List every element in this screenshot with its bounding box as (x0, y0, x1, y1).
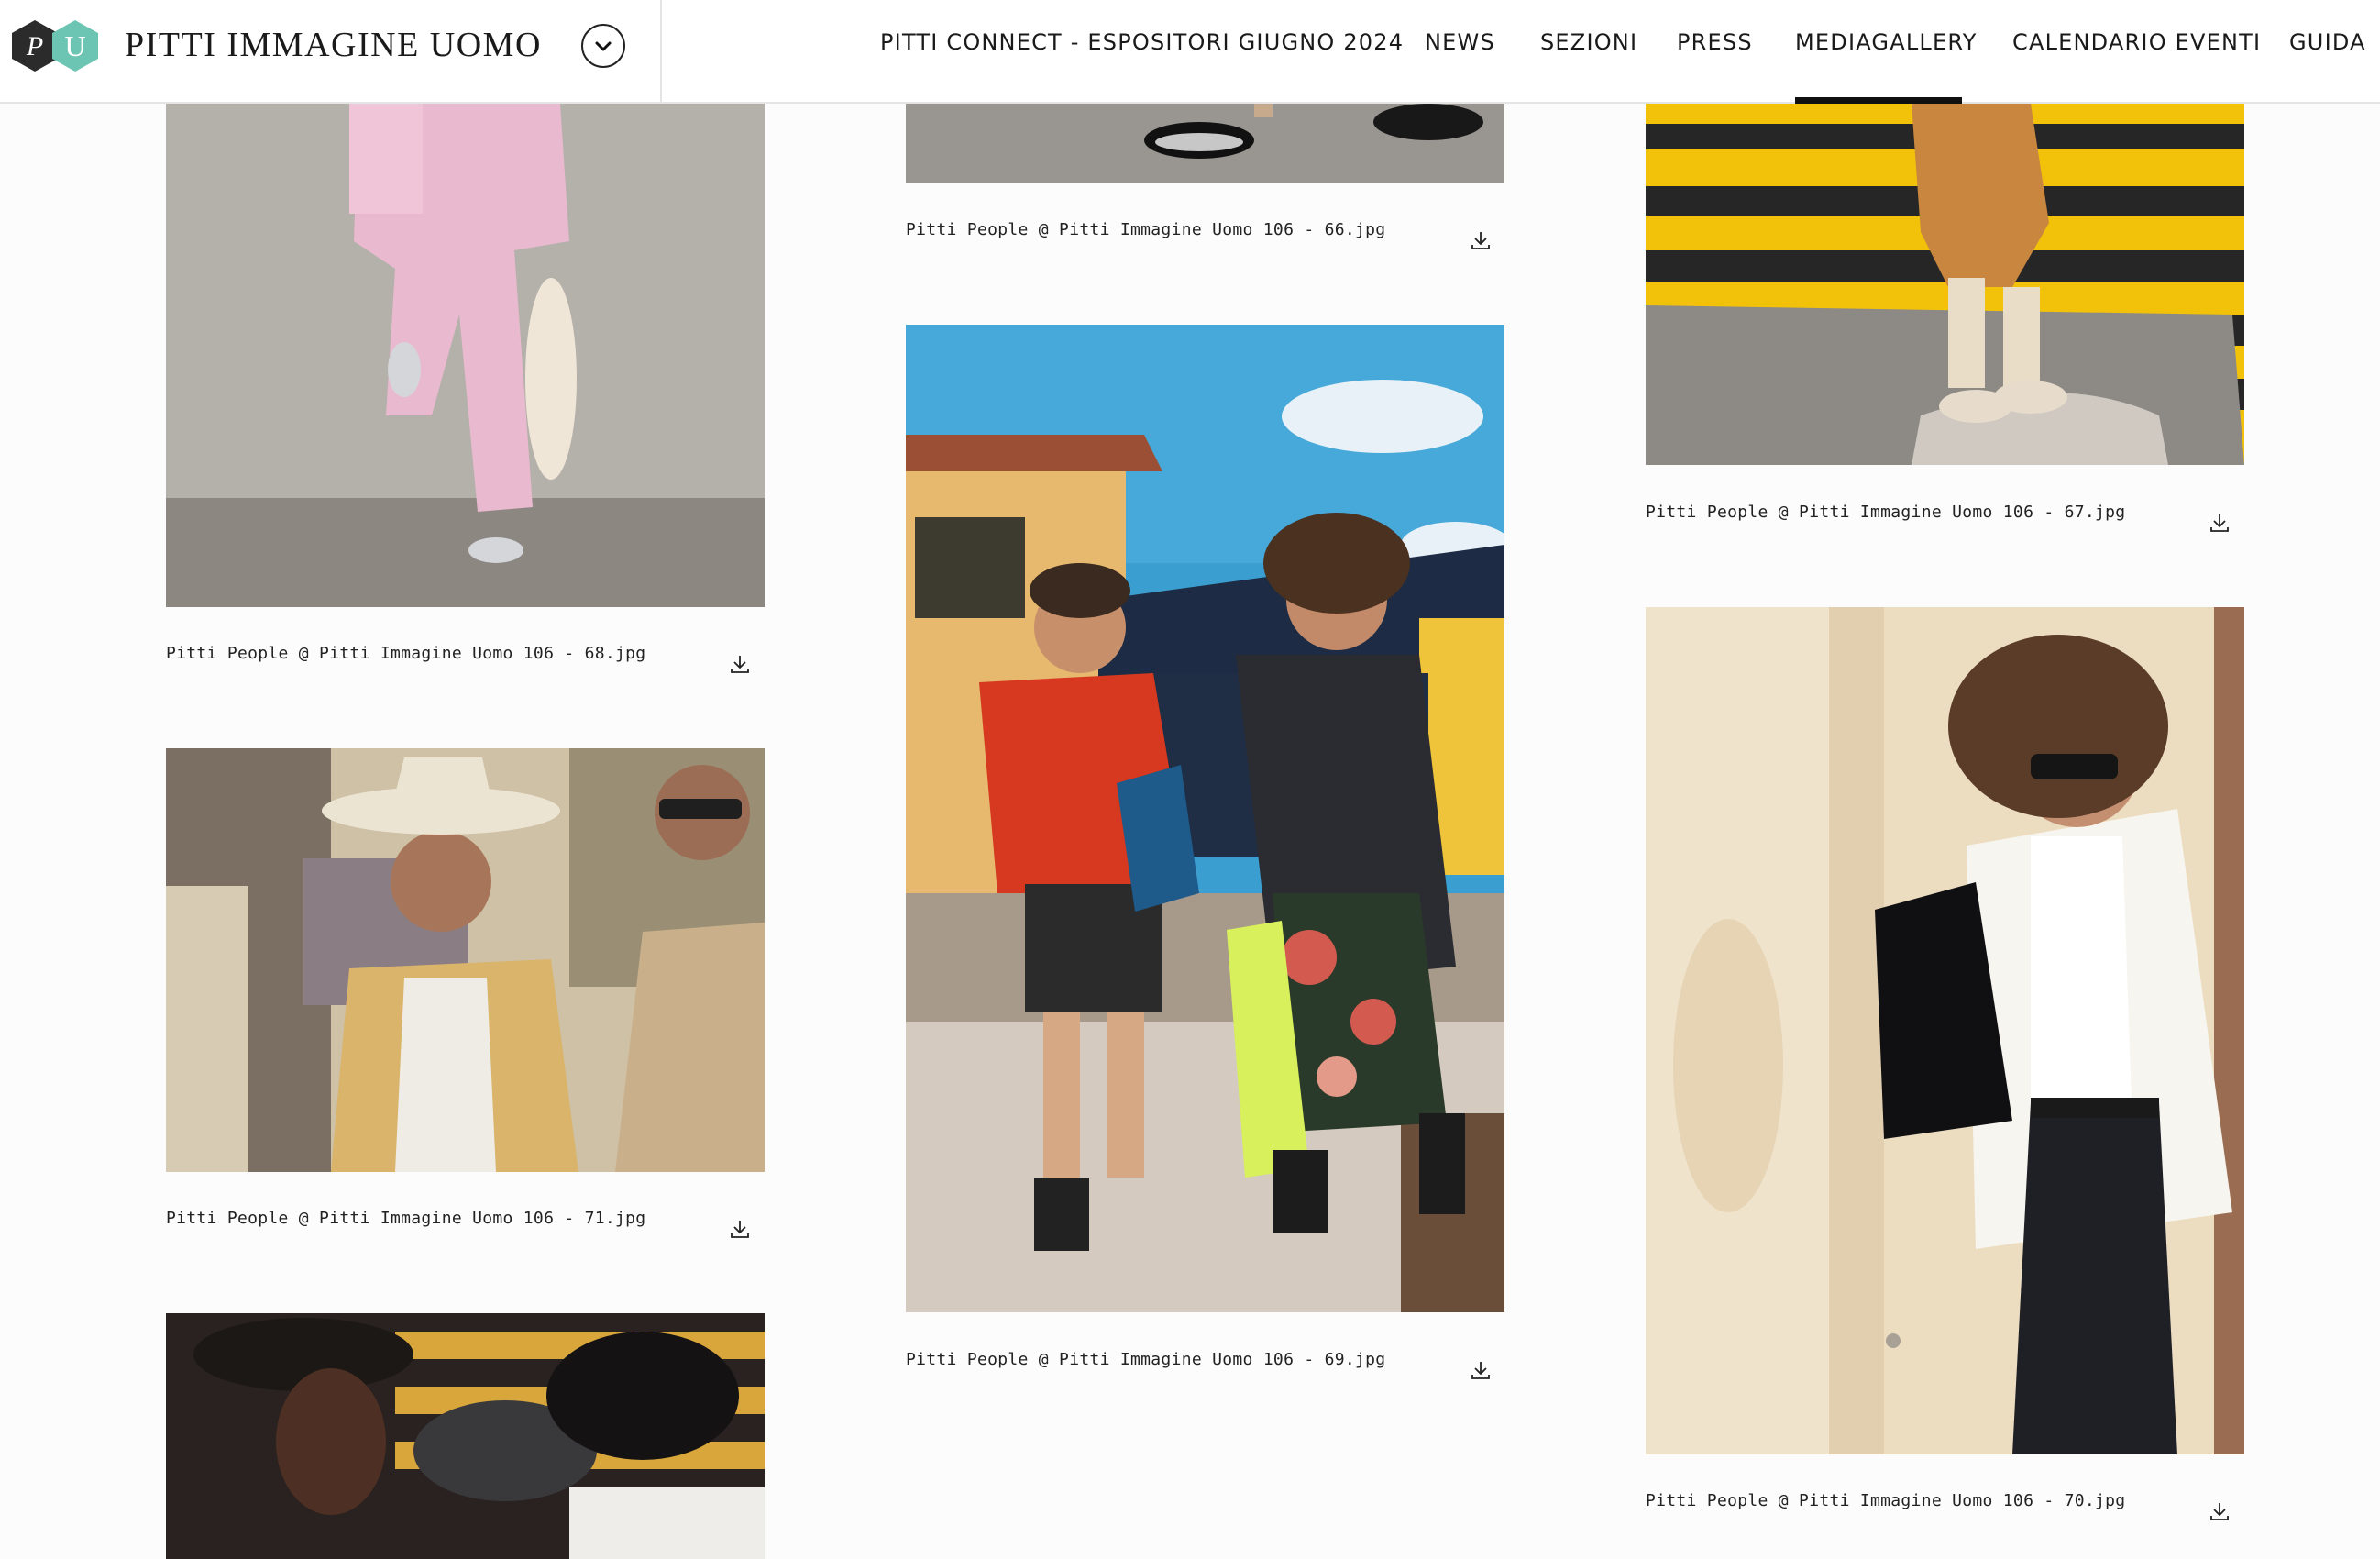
brand-area: P U PITTI IMMAGINE UOMO (0, 0, 662, 104)
pitti-logo[interactable]: P U (7, 18, 103, 73)
download-icon (1471, 1362, 1490, 1379)
caption-66: Pitti People @ Pitti Immagine Uomo 106 -… (906, 220, 1386, 239)
download-button-68[interactable] (726, 650, 754, 678)
gallery-image-69[interactable] (906, 325, 1504, 1312)
gallery-image-70[interactable] (1646, 607, 2244, 1454)
gallery-image-68[interactable] (166, 104, 765, 607)
top-header: P U PITTI IMMAGINE UOMO PITTI CONNECT - … (0, 0, 2380, 104)
nav-press[interactable]: PRESS (1677, 29, 1753, 55)
logo-letter-p: P (26, 31, 43, 61)
caption-71: Pitti People @ Pitti Immagine Uomo 106 -… (166, 1209, 646, 1228)
chevron-down-icon (595, 41, 612, 51)
brand-title[interactable]: PITTI IMMAGINE UOMO (125, 25, 542, 65)
download-icon (2210, 514, 2229, 532)
active-nav-indicator (1795, 97, 1962, 104)
gallery-image-71[interactable] (166, 748, 765, 1172)
caption-67: Pitti People @ Pitti Immagine Uomo 106 -… (1646, 503, 2126, 522)
nav-news[interactable]: NEWS (1425, 29, 1495, 55)
gallery-image-67[interactable] (1646, 104, 2244, 465)
download-button-71[interactable] (726, 1215, 754, 1243)
nav-calendario-eventi[interactable]: CALENDARIO EVENTI (2012, 29, 2261, 55)
nav-guida[interactable]: GUIDA (2289, 29, 2366, 55)
download-icon (1471, 232, 1490, 249)
gallery-image-72[interactable] (166, 1313, 765, 1559)
caption-69: Pitti People @ Pitti Immagine Uomo 106 -… (906, 1350, 1386, 1369)
caption-70: Pitti People @ Pitti Immagine Uomo 106 -… (1646, 1491, 2126, 1510)
nav-pitti-connect[interactable]: PITTI CONNECT - ESPOSITORI GIUGNO 2024 (880, 29, 1404, 55)
download-icon (731, 1221, 749, 1238)
brand-dropdown-button[interactable] (581, 24, 625, 68)
download-icon (731, 656, 749, 673)
nav-sezioni[interactable]: SEZIONI (1540, 29, 1637, 55)
download-button-67[interactable] (2206, 509, 2233, 536)
nav-mediagallery[interactable]: MEDIAGALLERY (1795, 29, 1978, 55)
logo-letter-u: U (64, 29, 85, 62)
download-icon (2210, 1503, 2229, 1520)
download-button-66[interactable] (1467, 227, 1494, 254)
download-button-70[interactable] (2206, 1498, 2233, 1525)
gallery-image-66[interactable] (906, 104, 1504, 183)
download-button-69[interactable] (1467, 1356, 1494, 1384)
caption-68: Pitti People @ Pitti Immagine Uomo 106 -… (166, 644, 646, 663)
